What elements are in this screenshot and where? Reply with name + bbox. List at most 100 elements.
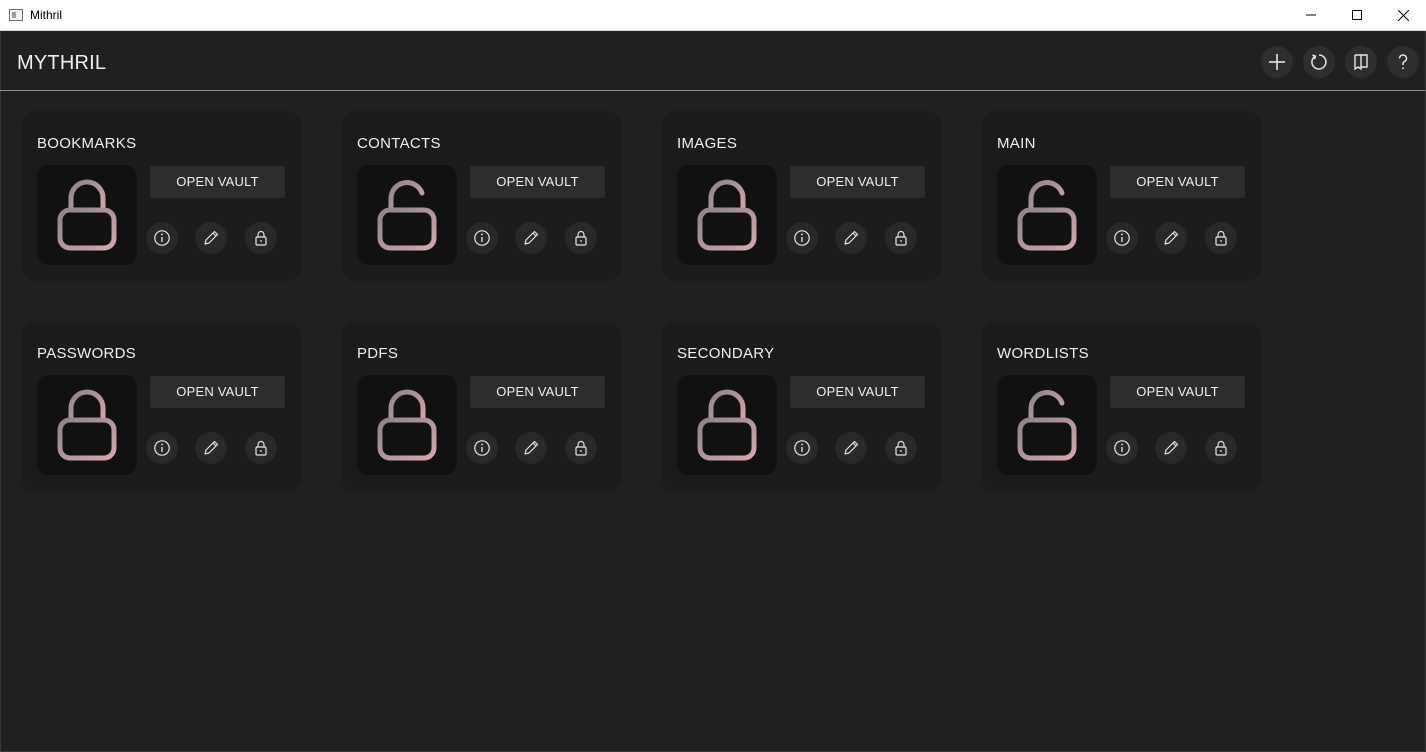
info-icon [794,440,810,456]
open-vault-button[interactable]: OPEN VAULT [790,166,925,198]
add-vault-button[interactable] [1261,46,1293,78]
minimize-button[interactable] [1288,0,1334,30]
open-vault-button[interactable]: OPEN VAULT [470,376,605,408]
lock-icon [575,440,587,456]
maximize-icon [1352,10,1362,20]
vault-name: BOOKMARKS [37,135,137,152]
vault-edit-button[interactable] [195,432,227,464]
vault-info-button[interactable] [466,432,498,464]
vault-edit-button[interactable] [835,432,867,464]
open-vault-button[interactable]: OPEN VAULT [1110,376,1245,408]
open-vault-button[interactable]: OPEN VAULT [470,166,605,198]
open-vault-button[interactable]: OPEN VAULT [790,376,925,408]
padlock-locked-icon [57,179,117,251]
pencil-icon [844,440,859,455]
pencil-icon [844,230,859,245]
refresh-button[interactable] [1303,46,1335,78]
vault-name: WORDLISTS [997,345,1089,362]
vault-lock-button[interactable] [565,222,597,254]
window-title: Mithril [30,8,62,22]
window-titlebar: Mithril [0,0,1426,31]
vault-lock-tile [357,375,457,475]
info-icon [154,230,170,246]
vault-info-button[interactable] [146,222,178,254]
vault-lock-tile [357,165,457,265]
vault-edit-button[interactable] [515,222,547,254]
vault-info-button[interactable] [1106,222,1138,254]
vault-card: MAIN OPEN VAULT [981,111,1261,281]
pencil-icon [1164,440,1179,455]
vault-lock-button[interactable] [245,432,277,464]
vault-card: SECONDARY OPEN VAULT [661,321,941,491]
padlock-unlocked-icon [377,180,437,251]
padlock-unlocked-icon [1017,180,1077,251]
vault-info-button[interactable] [786,432,818,464]
vault-lock-button[interactable] [565,432,597,464]
app-header: MYTHRIL [0,31,1426,91]
vault-card: WORDLISTS OPEN VAULT [981,321,1261,491]
vault-card: PASSWORDS OPEN VAULT [21,321,301,491]
open-vault-button[interactable]: OPEN VAULT [1110,166,1245,198]
vault-lock-tile [677,165,777,265]
vault-lock-tile [37,165,137,265]
padlock-unlocked-icon [1017,390,1077,461]
info-icon [474,440,490,456]
close-button[interactable] [1380,0,1426,30]
lock-icon [1215,440,1227,456]
vault-lock-button[interactable] [885,222,917,254]
vault-lock-button[interactable] [245,222,277,254]
vault-lock-tile [997,375,1097,475]
vault-lock-tile [997,165,1097,265]
vault-edit-button[interactable] [835,222,867,254]
vault-lock-tile [37,375,137,475]
vault-info-button[interactable] [1106,432,1138,464]
refresh-icon [1311,54,1327,70]
padlock-locked-icon [697,179,757,251]
plus-icon [1269,54,1285,70]
vault-name: SECONDARY [677,345,775,362]
bookmark-button[interactable] [1345,46,1377,78]
vault-info-button[interactable] [146,432,178,464]
vault-name: IMAGES [677,135,738,152]
vault-edit-button[interactable] [515,432,547,464]
bookmark-icon [1354,54,1368,71]
info-icon [474,230,490,246]
pencil-icon [204,230,219,245]
vault-info-button[interactable] [786,222,818,254]
app-window-icon [9,9,23,21]
vault-lock-button[interactable] [1205,222,1237,254]
pencil-icon [524,230,539,245]
minimize-icon [1306,14,1316,16]
vault-lock-button[interactable] [885,432,917,464]
help-button[interactable] [1387,46,1419,78]
lock-icon [895,230,907,246]
info-icon [1114,440,1130,456]
vault-name: CONTACTS [357,135,441,152]
vault-info-button[interactable] [466,222,498,254]
close-icon [1397,9,1409,21]
vault-lock-button[interactable] [1205,432,1237,464]
lock-icon [1215,230,1227,246]
pencil-icon [524,440,539,455]
info-icon [1114,230,1130,246]
vault-edit-button[interactable] [1155,222,1187,254]
lock-icon [255,440,267,456]
vault-card: BOOKMARKS OPEN VAULT [21,111,301,281]
padlock-locked-icon [697,389,757,461]
help-icon [1398,54,1408,70]
vault-name: PASSWORDS [37,345,137,362]
vault-edit-button[interactable] [195,222,227,254]
open-vault-button[interactable]: OPEN VAULT [150,166,285,198]
maximize-button[interactable] [1334,0,1380,30]
lock-icon [255,230,267,246]
page-title: MYTHRIL [17,52,107,74]
padlock-locked-icon [57,389,117,461]
vault-name: MAIN [997,135,1036,152]
pencil-icon [1164,230,1179,245]
vault-edit-button[interactable] [1155,432,1187,464]
vault-lock-tile [677,375,777,475]
padlock-locked-icon [377,389,437,461]
vault-name: PDFS [357,345,399,362]
lock-icon [895,440,907,456]
open-vault-button[interactable]: OPEN VAULT [150,376,285,408]
